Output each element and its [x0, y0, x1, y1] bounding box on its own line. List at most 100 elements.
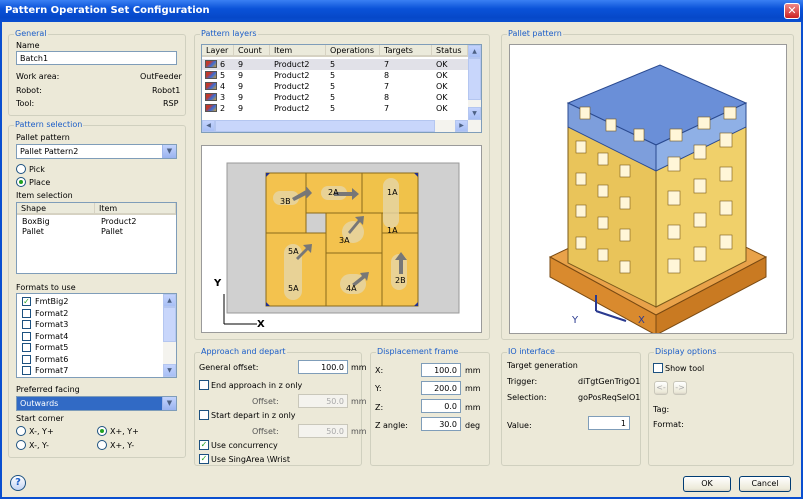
format-label: Format7: [35, 366, 69, 375]
col-operations[interactable]: Operations: [326, 45, 380, 57]
format-label: Format6: [35, 354, 69, 364]
end-approach-label: End approach in z only: [211, 381, 303, 390]
col-status[interactable]: Status: [432, 45, 468, 57]
corner-radio-xp-yp[interactable]: [97, 426, 107, 436]
disp-z-input[interactable]: 0.0: [421, 399, 461, 413]
close-button[interactable]: ✕: [784, 3, 800, 19]
table-cell: 6: [220, 60, 226, 69]
layer-cell-label: 5A: [288, 284, 299, 293]
show-tool-checkbox[interactable]: [653, 363, 663, 373]
layer-view[interactable]: 3B 2A 1A 1A 3A 5A 5A 4A 2B Y X: [201, 145, 482, 333]
item-selection-list[interactable]: Shape Item BoxBig Product2 Pallet Pallet: [16, 202, 177, 274]
name-input[interactable]: Batch1: [16, 51, 177, 65]
format-checkbox[interactable]: [22, 366, 31, 375]
preferred-facing-label: Preferred facing: [16, 385, 80, 394]
next-button[interactable]: ->: [673, 381, 687, 395]
format-checkbox[interactable]: [22, 331, 31, 341]
table-cell: OK: [436, 71, 448, 80]
x-axis-label: X: [257, 319, 265, 330]
end-approach-checkbox[interactable]: [199, 380, 209, 390]
scroll-down-icon[interactable]: ▼: [163, 364, 176, 377]
selection-label: Selection:: [507, 393, 547, 402]
disp-x-input[interactable]: 100.0: [421, 363, 461, 377]
unit-mm: mm: [351, 427, 367, 436]
value-input[interactable]: 1: [588, 416, 630, 430]
pallet-3d-view[interactable]: Y X: [509, 44, 787, 336]
table-cell: 4: [220, 82, 226, 91]
close-icon: ✕: [787, 4, 797, 17]
hscroll-thumb[interactable]: [215, 120, 435, 132]
layers-table[interactable]: Layer Count Item Operations Targets Stat…: [201, 44, 482, 133]
pallet-pattern-select[interactable]: Pallet Pattern2 ▼: [16, 144, 177, 159]
use-singarea-checkbox[interactable]: ✓: [199, 454, 209, 464]
format-label: Format5: [35, 343, 69, 352]
table-cell: 8: [384, 71, 390, 80]
scroll-thumb[interactable]: [468, 58, 481, 100]
disp-y-input[interactable]: 200.0: [421, 381, 461, 395]
format-label: Format:: [653, 420, 684, 429]
disp-zangle-input[interactable]: 30.0: [421, 417, 461, 431]
pick-radio[interactable]: [16, 164, 26, 174]
place-radio[interactable]: [16, 177, 26, 187]
layer-cell-label: 2A: [328, 188, 339, 197]
layer-icon: [205, 71, 217, 79]
ok-button[interactable]: OK: [683, 476, 731, 492]
layers-vscroll[interactable]: ▲ ▼: [468, 45, 481, 120]
corner-radio-xm-ym[interactable]: [16, 440, 26, 450]
preferred-facing-select[interactable]: Outwards ▼: [16, 396, 177, 411]
format-checkbox[interactable]: [22, 320, 31, 329]
start-depart-checkbox[interactable]: [199, 410, 209, 420]
use-concurrency-checkbox[interactable]: ✓: [199, 440, 209, 450]
cancel-button[interactable]: Cancel: [739, 476, 791, 492]
scroll-up-icon[interactable]: ▲: [468, 45, 481, 58]
formats-list[interactable]: ✓ FmtBig2 Format2 Format3 Format4 Format5 Form…: [16, 293, 177, 378]
col-layer[interactable]: Layer: [202, 45, 234, 57]
table-cell: 5: [330, 60, 336, 69]
table-cell: 9: [238, 93, 244, 102]
corner-radio-xp-ym[interactable]: [97, 440, 107, 450]
offset1-input[interactable]: 50.0: [298, 394, 348, 408]
start-depart-label: Start depart in z only: [211, 411, 296, 420]
format-checkbox[interactable]: [22, 343, 31, 352]
col-targets[interactable]: Targets: [380, 45, 432, 57]
table-cell: 8: [384, 93, 390, 102]
item-col-item[interactable]: Item: [95, 203, 176, 215]
offset2-input[interactable]: 50.0: [298, 424, 348, 438]
col-count[interactable]: Count: [234, 45, 270, 57]
prev-button[interactable]: <-: [654, 381, 668, 395]
tool-label: Tool:: [16, 99, 35, 108]
scroll-left-icon[interactable]: ◀: [202, 120, 215, 132]
format-checkbox[interactable]: [22, 354, 31, 364]
item-row-item[interactable]: Product2: [101, 217, 136, 226]
layer-cell-label: 1A: [387, 226, 398, 235]
scroll-right-icon[interactable]: ▶: [455, 120, 468, 132]
chevron-down-icon: ▼: [162, 145, 176, 158]
general-offset-input[interactable]: 100.0: [298, 360, 348, 374]
formats-scrollbar[interactable]: ▲ ▼: [163, 294, 176, 377]
corner-label: X+, Y+: [110, 427, 139, 436]
work-area-label: Work area:: [16, 72, 60, 81]
pallet-3d-diagram: [548, 64, 768, 336]
item-row-item[interactable]: Pallet: [101, 227, 123, 236]
item-row-shape[interactable]: Pallet: [22, 227, 44, 236]
value-label: Value:: [507, 421, 532, 430]
layers-hscroll[interactable]: ◀ ▶: [202, 120, 481, 132]
pallet-y-label: Y: [572, 315, 579, 326]
format-label: FmtBig2: [35, 297, 69, 306]
item-row-shape[interactable]: BoxBig: [22, 217, 50, 226]
scroll-down-icon[interactable]: ▼: [468, 107, 481, 120]
layer-cell-label: 5A: [288, 247, 299, 256]
io-legend: IO interface: [507, 347, 556, 356]
help-icon[interactable]: ?: [10, 475, 26, 491]
item-col-shape[interactable]: Shape: [17, 203, 95, 215]
format-checkbox[interactable]: [22, 308, 31, 318]
corner-radio-xm-yp[interactable]: [16, 426, 26, 436]
table-cell: OK: [436, 60, 448, 69]
disp-y-label: Y:: [375, 384, 382, 393]
table-cell: Product2: [274, 71, 310, 80]
col-item[interactable]: Item: [270, 45, 326, 57]
scroll-up-icon[interactable]: ▲: [163, 294, 176, 307]
scroll-thumb[interactable]: [163, 307, 176, 342]
format-checkbox[interactable]: ✓: [22, 297, 31, 306]
table-cell: OK: [436, 93, 448, 102]
